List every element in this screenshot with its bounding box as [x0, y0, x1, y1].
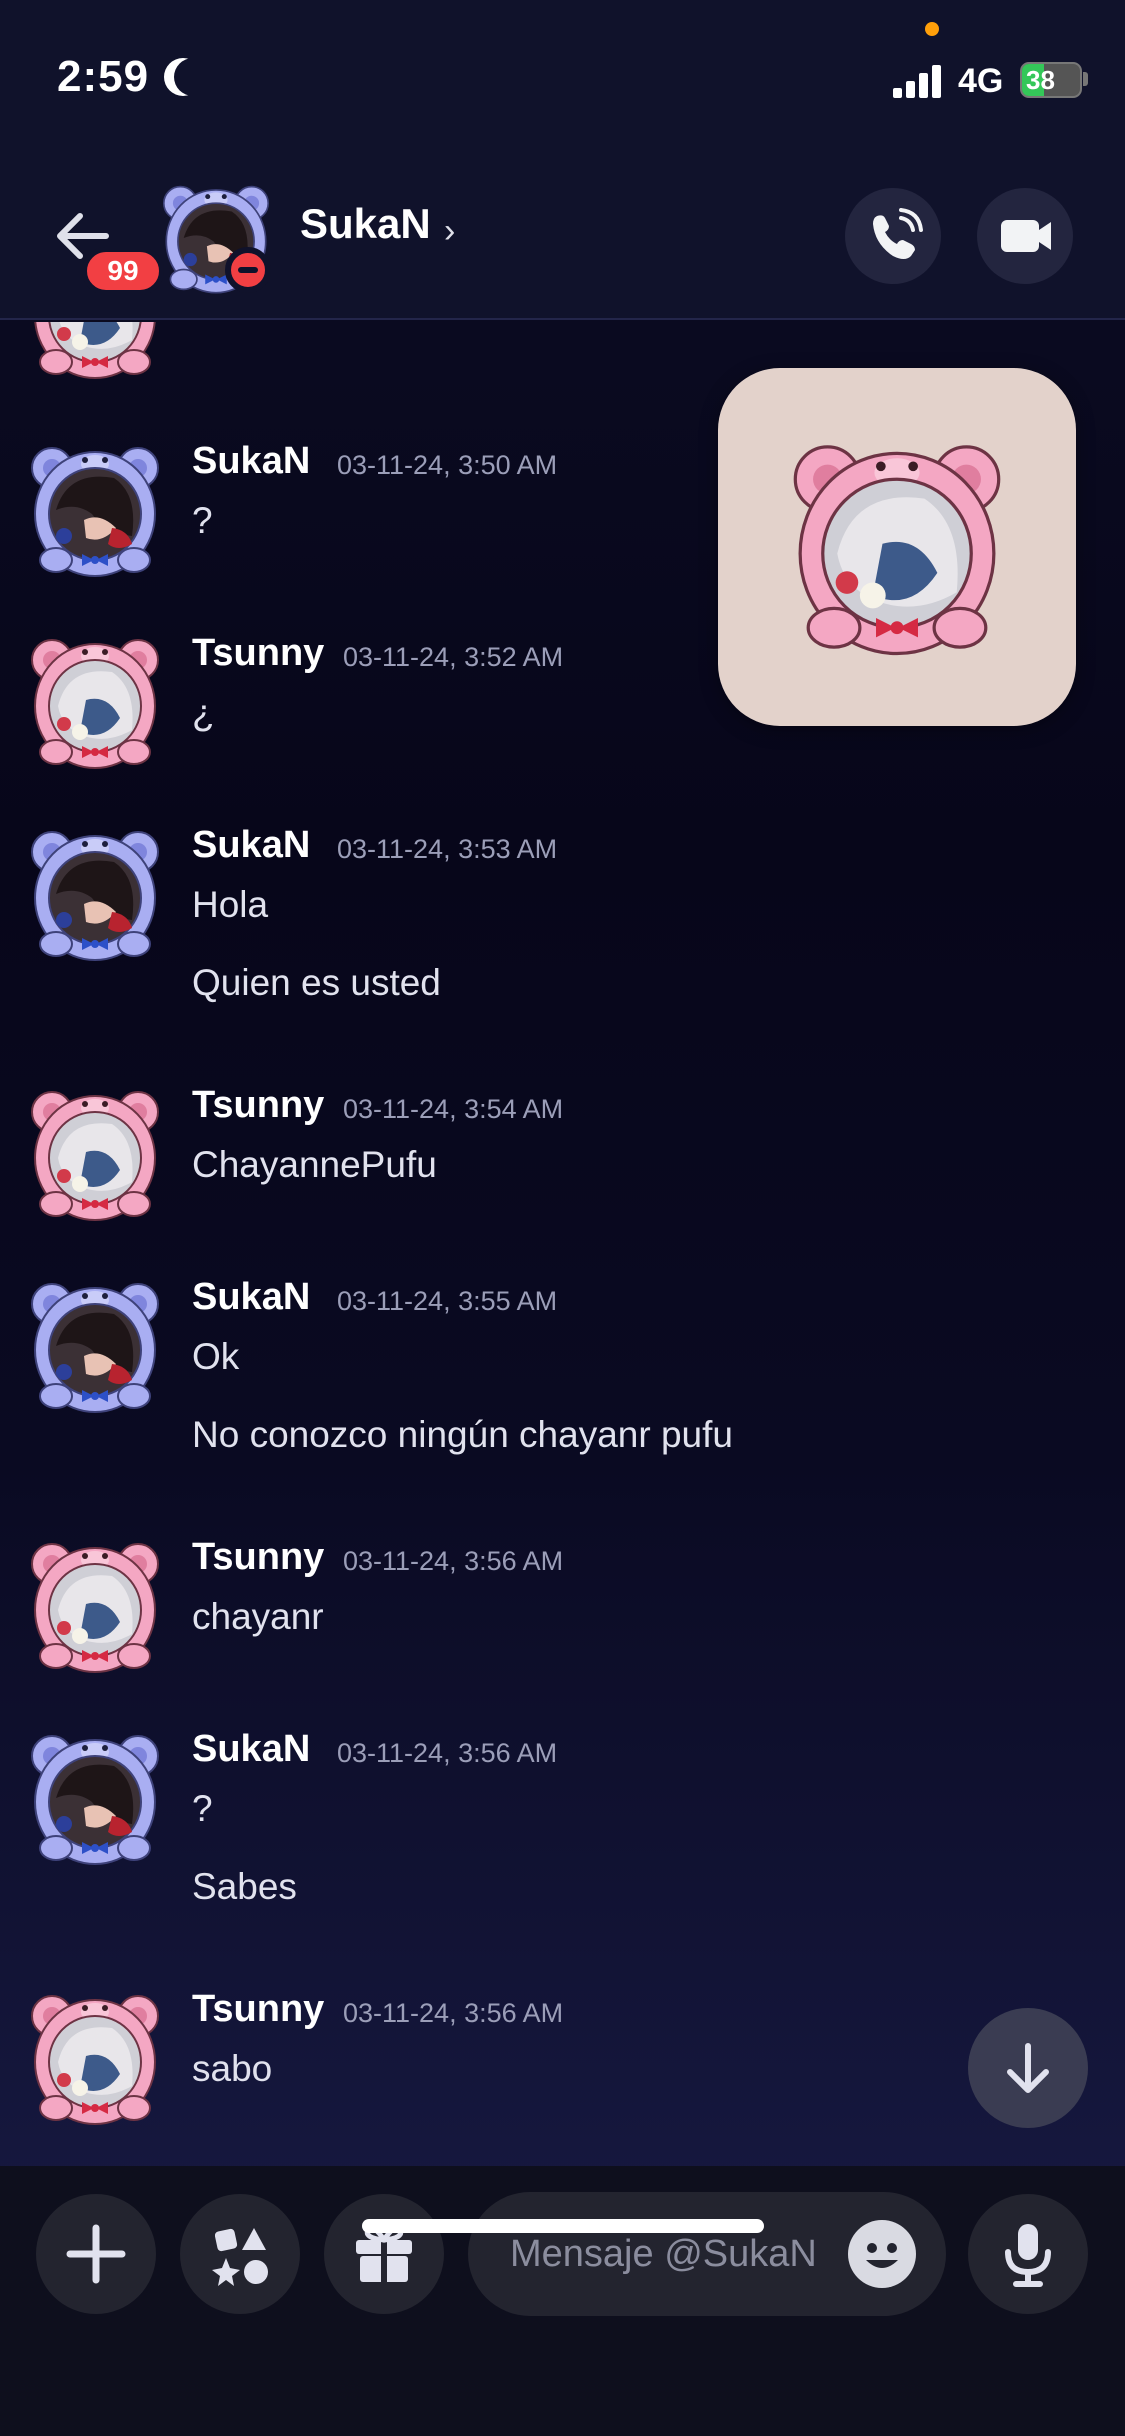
message-input[interactable]: [510, 2192, 840, 2316]
status-time: 2:59: [57, 52, 150, 101]
message-author[interactable]: Tsunny: [192, 632, 324, 675]
message-timestamp: 03-11-24, 3:56 AM: [337, 1738, 558, 1768]
message-text[interactable]: sabo: [192, 2048, 272, 2090]
message-timestamp: 03-11-24, 3:56 AM: [343, 1546, 564, 1576]
home-indicator[interactable]: [362, 2219, 764, 2233]
status-bar: 2:59 4G 38: [0, 0, 1125, 160]
author-avatar[interactable]: [28, 1536, 162, 1676]
message-author[interactable]: Tsunny: [192, 1988, 324, 2031]
author-avatar[interactable]: [28, 1728, 162, 1868]
message-text[interactable]: ?: [192, 1788, 213, 1830]
author-avatar[interactable]: [28, 824, 162, 964]
add-attachment-button[interactable]: [36, 2194, 156, 2314]
message-timestamp: 03-11-24, 3:54 AM: [343, 1094, 564, 1124]
message-author[interactable]: SukaN: [192, 824, 310, 867]
message-timestamp: 03-11-24, 3:50 AM: [337, 450, 558, 480]
microphone-icon: [1005, 2224, 1051, 2287]
author-avatar[interactable]: [28, 322, 162, 382]
message-timestamp: 03-11-24, 3:52 AM: [343, 642, 564, 672]
emoji-icon: [866, 2243, 898, 2268]
message-timestamp: 03-11-24, 3:53 AM: [337, 834, 558, 864]
gift-button[interactable]: [324, 2194, 444, 2314]
battery-level: 38: [1026, 65, 1055, 95]
apps-icon: [212, 2228, 268, 2286]
message-timestamp: 03-11-24, 3:55 AM: [337, 1286, 558, 1316]
gift-icon: [356, 2225, 412, 2282]
voice-message-button[interactable]: [968, 2194, 1088, 2314]
arrow-down-icon: [1007, 2043, 1049, 2093]
message-text[interactable]: Quien es usted: [192, 962, 441, 1004]
unread-badge: 99: [82, 247, 164, 295]
chevron-right-icon[interactable]: ›: [444, 212, 455, 251]
privacy-indicator-dot: [925, 22, 939, 36]
message-author[interactable]: SukaN: [192, 1728, 310, 1771]
message-author[interactable]: SukaN: [192, 1276, 310, 1319]
moon-icon: [174, 58, 212, 96]
dnd-status-icon: [225, 247, 271, 293]
message-author[interactable]: Tsunny: [192, 1084, 324, 1127]
author-avatar[interactable]: [28, 440, 162, 580]
message-input-container[interactable]: [468, 2192, 946, 2316]
voice-call-button[interactable]: [845, 188, 941, 284]
battery-icon: 38: [1020, 62, 1082, 98]
video-call-button[interactable]: [977, 188, 1073, 284]
avatar-preview-popup[interactable]: [718, 368, 1076, 726]
message-text[interactable]: ?: [192, 500, 213, 542]
contact-name[interactable]: SukaN: [300, 200, 431, 248]
chat-header: 99 SukaN ›: [0, 160, 1125, 320]
message-author[interactable]: Tsunny: [192, 1536, 324, 1579]
author-avatar[interactable]: [28, 1988, 162, 2128]
avatar-preview-image: [784, 434, 1010, 660]
apps-button[interactable]: [180, 2194, 300, 2314]
message-composer: [0, 2166, 1125, 2436]
message-text[interactable]: ¿: [192, 692, 215, 734]
plus-icon: [66, 2224, 126, 2284]
message-timestamp: 03-11-24, 3:56 AM: [343, 1998, 564, 2028]
phone-icon: [873, 208, 923, 259]
message-text[interactable]: No conozco ningún chayanr pufu: [192, 1414, 733, 1456]
jump-to-latest-button[interactable]: [968, 2008, 1088, 2128]
message-text[interactable]: Hola: [192, 884, 268, 926]
author-avatar[interactable]: [28, 1276, 162, 1416]
author-avatar[interactable]: [28, 1084, 162, 1224]
battery-tip: [1083, 72, 1088, 86]
author-avatar[interactable]: [28, 632, 162, 772]
network-type: 4G: [958, 62, 1004, 100]
video-camera-icon: [1001, 220, 1051, 252]
message-text[interactable]: chayanr: [192, 1596, 324, 1638]
message-text[interactable]: ChayannePufu: [192, 1144, 437, 1186]
emoji-button[interactable]: [848, 2220, 916, 2288]
message-text[interactable]: Sabes: [192, 1866, 297, 1908]
message-author[interactable]: SukaN: [192, 440, 310, 483]
message-text[interactable]: Ok: [192, 1336, 239, 1378]
signal-icon: [893, 64, 941, 98]
